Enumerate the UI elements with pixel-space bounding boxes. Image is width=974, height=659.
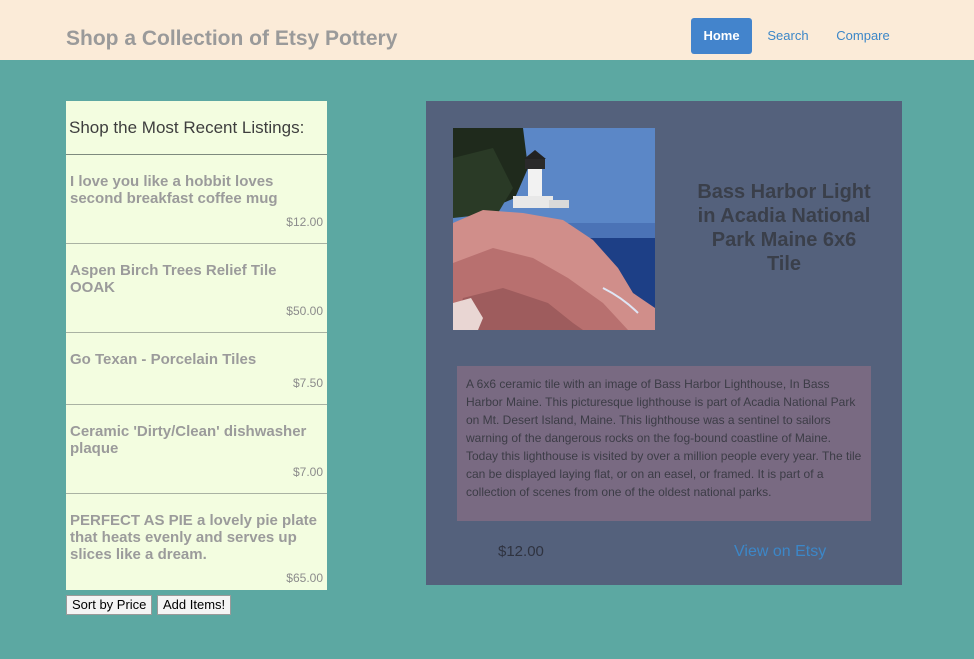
listing-title: I love you like a hobbit loves second br… [70, 173, 278, 207]
lighthouse-photo [453, 128, 655, 330]
listing-price: $12.00 [286, 215, 323, 229]
sort-by-price-button[interactable]: Sort by Price [66, 595, 153, 615]
listings-heading: Shop the Most Recent Listings: [66, 101, 327, 155]
listing-detail-price: $12.00 [498, 543, 544, 560]
listing-price: $50.00 [286, 304, 323, 318]
listing-title: Ceramic 'Dirty/Clean' dishwasher plaque [70, 423, 307, 457]
add-items-button[interactable]: Add Items! [157, 595, 232, 615]
nav-compare[interactable]: Compare [828, 18, 898, 54]
listing-item[interactable]: PERFECT AS PIE a lovely pie plate that h… [66, 494, 327, 590]
site-brand[interactable]: Shop a Collection of Etsy Pottery [66, 27, 397, 51]
view-on-etsy-link[interactable]: View on Etsy [734, 543, 826, 561]
listing-price: $7.00 [292, 465, 323, 479]
listing-item[interactable]: I love you like a hobbit loves second br… [66, 155, 327, 244]
listing-title: PERFECT AS PIE a lovely pie plate that h… [70, 512, 318, 563]
listing-item[interactable]: Go Texan - Porcelain Tiles $7.50 [66, 333, 327, 405]
listing-price: $65.00 [286, 571, 323, 585]
listing-title: Aspen Birch Trees Relief Tile OOAK [70, 262, 277, 296]
listing-price: $7.50 [292, 376, 323, 390]
top-navbar: Shop a Collection of Etsy Pottery Home S… [0, 0, 974, 60]
listing-detail-panel: Bass Harbor Light in Acadia National Par… [426, 101, 902, 585]
listing-detail-title: Bass Harbor Light in Acadia National Par… [697, 181, 871, 275]
listing-description: A 6x6 ceramic tile with an image of Bass… [457, 366, 871, 521]
listing-item[interactable]: Ceramic 'Dirty/Clean' dishwasher plaque … [66, 405, 327, 494]
listing-title: Go Texan - Porcelain Tiles [70, 351, 257, 368]
recent-listings-panel: Shop the Most Recent Listings: I love yo… [66, 101, 327, 590]
nav-search[interactable]: Search [757, 18, 819, 54]
listing-item[interactable]: Aspen Birch Trees Relief Tile OOAK $50.0… [66, 244, 327, 333]
nav-home[interactable]: Home [691, 18, 752, 54]
